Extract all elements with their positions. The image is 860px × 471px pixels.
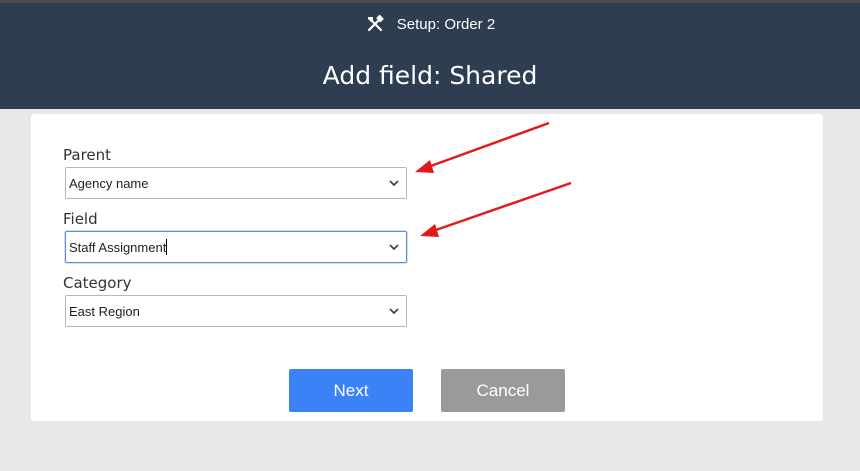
dialog-header: Setup: Order 2 Add field: Shared <box>0 3 860 109</box>
parent-select[interactable]: Agency name <box>65 167 407 199</box>
form-card: Parent Agency name Field Staff Assignmen… <box>31 114 823 421</box>
field-select[interactable]: Staff Assignment <box>65 231 407 263</box>
parent-select-value: Agency name <box>69 175 149 191</box>
field-label: Field <box>63 210 98 228</box>
next-button[interactable]: Next <box>289 369 413 412</box>
dialog-title: Add field: Shared <box>322 61 538 90</box>
field-select-value: Staff Assignment <box>69 240 167 255</box>
category-select[interactable]: East Region <box>65 295 407 327</box>
setup-bar: Setup: Order 2 <box>0 13 860 35</box>
chevron-down-icon <box>389 308 399 315</box>
parent-label: Parent <box>63 146 112 164</box>
category-select-value: East Region <box>69 303 140 319</box>
chevron-down-icon <box>389 180 399 187</box>
chevron-down-icon <box>389 244 399 251</box>
cancel-button[interactable]: Cancel <box>441 369 565 412</box>
text-cursor <box>166 239 168 255</box>
setup-title: Setup: Order 2 <box>396 15 496 33</box>
tools-icon <box>365 14 385 34</box>
category-label: Category <box>63 274 132 292</box>
